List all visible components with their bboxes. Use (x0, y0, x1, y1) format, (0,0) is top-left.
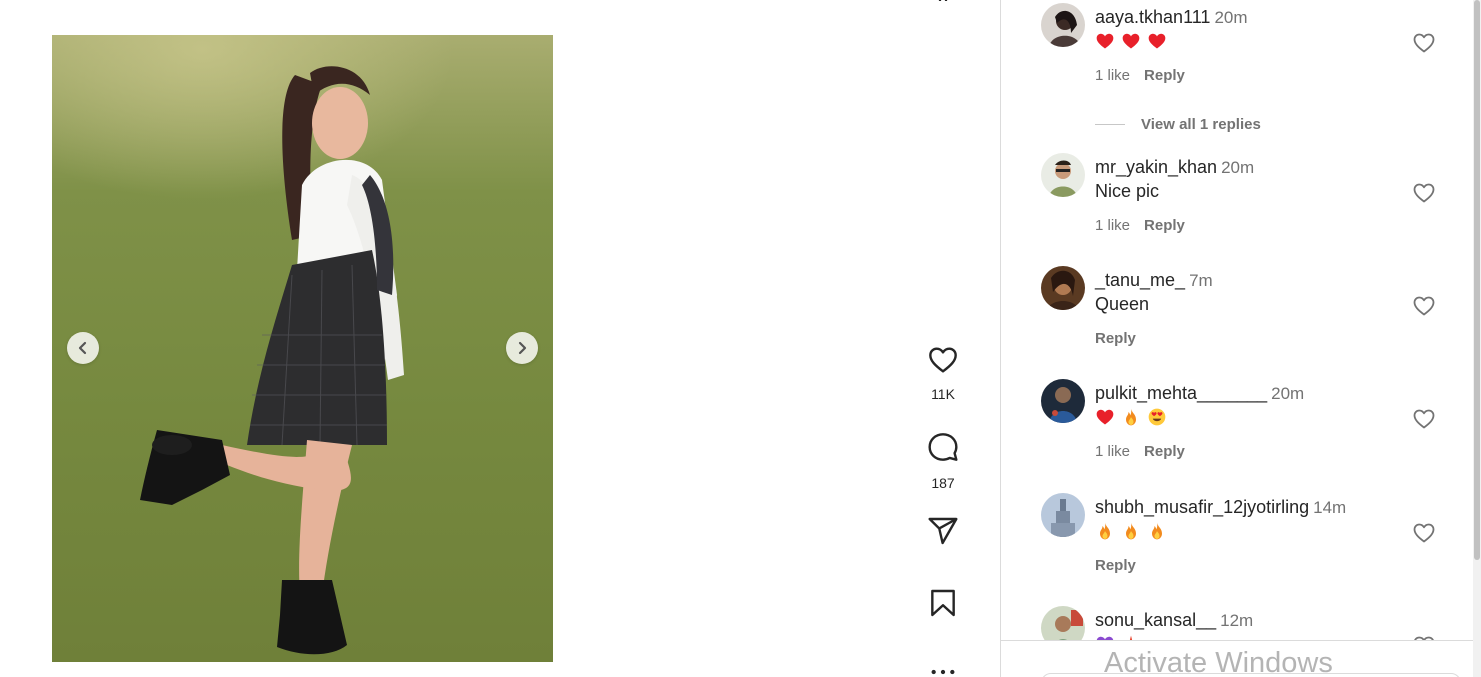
reply-button[interactable]: Reply (1095, 330, 1136, 347)
avatar[interactable] (1041, 606, 1085, 640)
like-count[interactable]: 11K (912, 386, 974, 402)
comment-like-button[interactable] (1412, 294, 1436, 318)
comment-text: Nice pic (1095, 181, 1160, 201)
heart-icon (1413, 33, 1435, 53)
comment-username[interactable]: pulkit_mehta_______ (1095, 383, 1267, 403)
comment-time[interactable]: 7m (1189, 271, 1213, 290)
post-photo[interactable] (52, 35, 553, 662)
red-heart-icon (1147, 31, 1167, 51)
avatar[interactable] (1041, 266, 1085, 310)
comment-header: _tanu_me_ 7m (1095, 270, 1213, 291)
scrollbar[interactable] (1473, 0, 1481, 677)
comment-time[interactable]: 12m (1220, 611, 1253, 630)
comment-like-button[interactable] (1412, 521, 1436, 545)
comment-meta: 1 like Reply (1095, 67, 1199, 84)
fire-icon (1121, 521, 1141, 541)
comment-meta: 1 like Reply (1095, 443, 1199, 460)
comment-time[interactable]: 20m (1214, 8, 1247, 27)
save-button[interactable] (927, 587, 959, 619)
post-actions: 11K 187 (912, 0, 974, 677)
fire-icon (1147, 521, 1167, 541)
red-heart-icon (1095, 407, 1115, 427)
comment-button[interactable] (927, 431, 959, 463)
heart-icon (1413, 296, 1435, 316)
comment-like-count[interactable]: 1 like (1095, 67, 1130, 84)
reply-button[interactable]: Reply (1095, 557, 1136, 574)
comment-username[interactable]: shubh_musafir_12jyotirling (1095, 497, 1309, 517)
comment-time[interactable]: 20m (1271, 384, 1304, 403)
comment-username[interactable]: mr_yakin_khan (1095, 157, 1217, 177)
avatar[interactable] (1041, 379, 1085, 423)
comment-time[interactable]: 14m (1313, 498, 1346, 517)
comment-emojis (1095, 31, 1173, 53)
red-heart-icon (1095, 31, 1115, 51)
comment-username[interactable]: sonu_kansal__ (1095, 610, 1216, 630)
comment-meta: Reply (1095, 330, 1150, 347)
avatar[interactable] (1041, 493, 1085, 537)
replies-line (1095, 123, 1125, 125)
comment-time[interactable]: 20m (1221, 158, 1254, 177)
activate-windows-watermark: Activate Windows (1104, 647, 1333, 677)
comment-meta: Reply (1095, 557, 1150, 574)
fire-icon (1095, 521, 1115, 541)
scrollbar-thumb[interactable] (1474, 0, 1480, 560)
view-replies-button[interactable]: View all 1 replies (1095, 113, 1261, 135)
comments-list[interactable]: aaya.tkhan111 20m 1 like Reply View all 1 … (1001, 0, 1473, 640)
comment-icon (928, 433, 958, 461)
comment-like-button[interactable] (1412, 407, 1436, 431)
heart-icon (1413, 523, 1435, 543)
like-button[interactable] (927, 344, 959, 376)
comment-emojis (1095, 407, 1173, 429)
reply-button[interactable]: Reply (1144, 443, 1185, 460)
comment-like-button[interactable] (1412, 181, 1436, 205)
comment-text: Queen (1095, 294, 1150, 314)
comment-composer-bar: Activate Windows (1001, 640, 1481, 677)
reply-button[interactable]: Reply (1144, 67, 1185, 84)
comment-count: 187 (931, 475, 955, 491)
previous-photo-button[interactable] (67, 332, 99, 364)
bookmark-icon (931, 589, 955, 617)
comment-like-button[interactable] (1412, 31, 1436, 55)
more-options-button[interactable] (927, 656, 959, 677)
heart-icon (929, 347, 957, 373)
fire-icon (1121, 407, 1141, 427)
comment-username[interactable]: _tanu_me_ (1095, 270, 1185, 290)
chevron-left-icon (78, 341, 87, 355)
comment-header: aaya.tkhan111 20m (1095, 7, 1248, 28)
avatar[interactable] (1041, 153, 1085, 197)
post-image (52, 35, 553, 662)
comment-like-count[interactable]: 1 like (1095, 217, 1130, 234)
comment-emojis (1095, 521, 1173, 543)
view-replies-label: View all 1 replies (1141, 115, 1261, 133)
comment-header: sonu_kansal__ 12m (1095, 610, 1253, 631)
chevron-right-icon (518, 341, 527, 355)
reply-button[interactable]: Reply (1144, 217, 1185, 234)
comment-username[interactable]: aaya.tkhan111 (1095, 7, 1210, 27)
comment-header: pulkit_mehta_______ 20m (1095, 383, 1304, 404)
avatar[interactable] (1041, 3, 1085, 47)
next-photo-button[interactable] (506, 332, 538, 364)
more-horizontal-icon (931, 669, 955, 675)
comment-header: shubh_musafir_12jyotirling 14m (1095, 497, 1346, 518)
comment-like-count[interactable]: 1 like (1095, 443, 1130, 460)
comment-meta: 1 like Reply (1095, 217, 1199, 234)
heart-eyes-icon (1147, 407, 1167, 427)
heart-icon (1413, 409, 1435, 429)
comment-header: mr_yakin_khan 20m (1095, 157, 1254, 178)
red-heart-icon (1121, 31, 1141, 51)
cut-off-icon (938, 0, 948, 1)
heart-icon (1413, 183, 1435, 203)
share-button[interactable] (927, 515, 959, 547)
paper-plane-icon (928, 517, 958, 545)
